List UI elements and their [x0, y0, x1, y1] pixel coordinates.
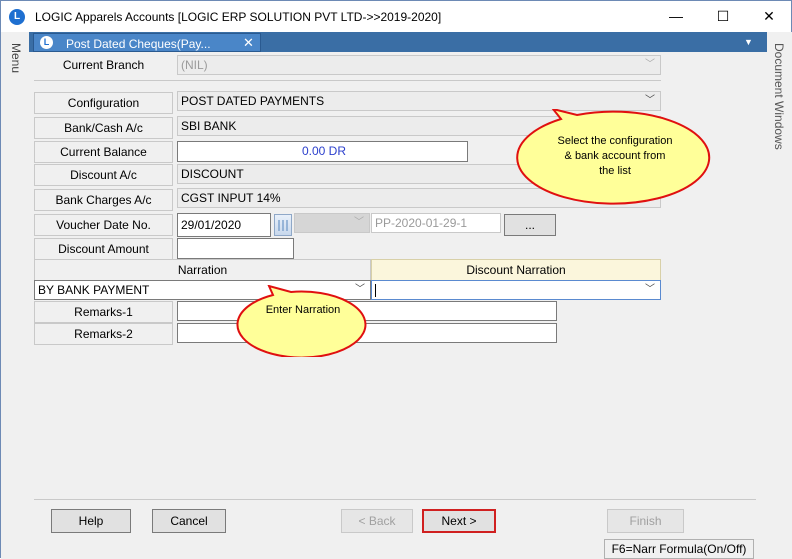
- remarks1-label: Remarks-1: [34, 301, 173, 323]
- tab-bar: L Post Dated Cheques(Pay... ✕ ▼: [29, 32, 767, 52]
- config-tip-line: Select the configuration: [557, 135, 673, 147]
- current-balance-field: 0.00 DR: [177, 141, 468, 162]
- discount-ac-value: DISCOUNT: [181, 167, 244, 181]
- back-button[interactable]: < Back: [341, 509, 413, 533]
- app-window: L LOGIC Apparels Accounts [LOGIC ERP SOL…: [0, 0, 792, 559]
- bank-charges-value: CGST INPUT 14%: [181, 191, 281, 205]
- discount-ac-label: Discount A/c: [34, 164, 173, 186]
- bank-cash-value: SBI BANK: [181, 119, 237, 133]
- menu-label[interactable]: Menu: [9, 43, 23, 73]
- voucher-series-select: ﹀: [294, 213, 370, 233]
- divider: [34, 80, 661, 81]
- configuration-value: POST DATED PAYMENTS: [181, 94, 325, 108]
- current-branch-label: Current Branch: [62, 58, 145, 72]
- narration-tip-text: Enter Narration: [265, 304, 341, 316]
- current-branch-select: (NIL) ﹀: [177, 55, 661, 75]
- calendar-icon[interactable]: [274, 214, 292, 236]
- chevron-down-icon: ﹀: [354, 217, 364, 228]
- callout-shape: [236, 285, 367, 357]
- narration-value: BY BANK PAYMENT: [38, 283, 150, 297]
- current-balance-label: Current Balance: [34, 141, 173, 163]
- text-cursor: [375, 284, 376, 298]
- cancel-button[interactable]: Cancel: [152, 509, 226, 533]
- document-windows-label[interactable]: Document Windows: [772, 43, 786, 150]
- maximize-button[interactable]: ☐: [700, 1, 746, 32]
- finish-button[interactable]: Finish: [607, 509, 684, 533]
- tab-logo-icon: L: [40, 36, 53, 49]
- narration-tip-callout: [236, 285, 367, 357]
- narration-header: Narration: [34, 259, 371, 281]
- config-tip-text: Select the configuration & bank account …: [541, 134, 689, 179]
- configuration-select[interactable]: POST DATED PAYMENTS ﹀: [177, 91, 661, 111]
- bank-cash-label: Bank/Cash A/c: [34, 117, 173, 139]
- title-bar: L LOGIC Apparels Accounts [LOGIC ERP SOL…: [1, 1, 791, 32]
- discount-amount-label: Discount Amount: [34, 238, 173, 260]
- chevron-down-icon: ﹀: [645, 95, 655, 106]
- minimize-button[interactable]: —: [653, 1, 699, 32]
- status-bar-hint: F6=Narr Formula(On/Off): [604, 539, 754, 559]
- tab-label: Post Dated Cheques(Pay...: [66, 37, 211, 51]
- next-button[interactable]: Next >: [422, 509, 496, 533]
- divider: [34, 499, 756, 500]
- configuration-label: Configuration: [34, 92, 173, 114]
- bank-charges-label: Bank Charges A/c: [34, 189, 173, 211]
- close-button[interactable]: ✕: [746, 1, 792, 32]
- discount-narration-select[interactable]: ﹀: [371, 280, 661, 300]
- tab-close-icon[interactable]: ✕: [243, 35, 254, 51]
- discount-amount-field[interactable]: [177, 238, 294, 259]
- config-tip-line: the list: [599, 165, 631, 177]
- chevron-down-icon: ﹀: [645, 284, 655, 295]
- chevron-down-icon: ﹀: [645, 59, 655, 70]
- app-logo-icon: L: [9, 9, 25, 25]
- menu-strip[interactable]: [1, 32, 29, 559]
- help-button[interactable]: Help: [51, 509, 131, 533]
- voucher-browse-button[interactable]: ...: [504, 214, 556, 236]
- window-title: LOGIC Apparels Accounts [LOGIC ERP SOLUT…: [35, 10, 442, 24]
- config-tip-line: & bank account from: [564, 150, 666, 162]
- discount-narration-header: Discount Narration: [371, 259, 661, 281]
- remarks2-label: Remarks-2: [34, 323, 173, 345]
- voucher-no-field: PP-2020-01-29-1: [371, 213, 501, 233]
- current-branch-value: (NIL): [181, 58, 208, 72]
- voucher-date-field[interactable]: 29/01/2020: [177, 213, 271, 237]
- tab-list-arrow-icon[interactable]: ▼: [744, 37, 753, 47]
- tab-post-dated-cheques[interactable]: L Post Dated Cheques(Pay... ✕: [33, 33, 261, 52]
- voucher-date-no-label: Voucher Date No.: [34, 214, 173, 236]
